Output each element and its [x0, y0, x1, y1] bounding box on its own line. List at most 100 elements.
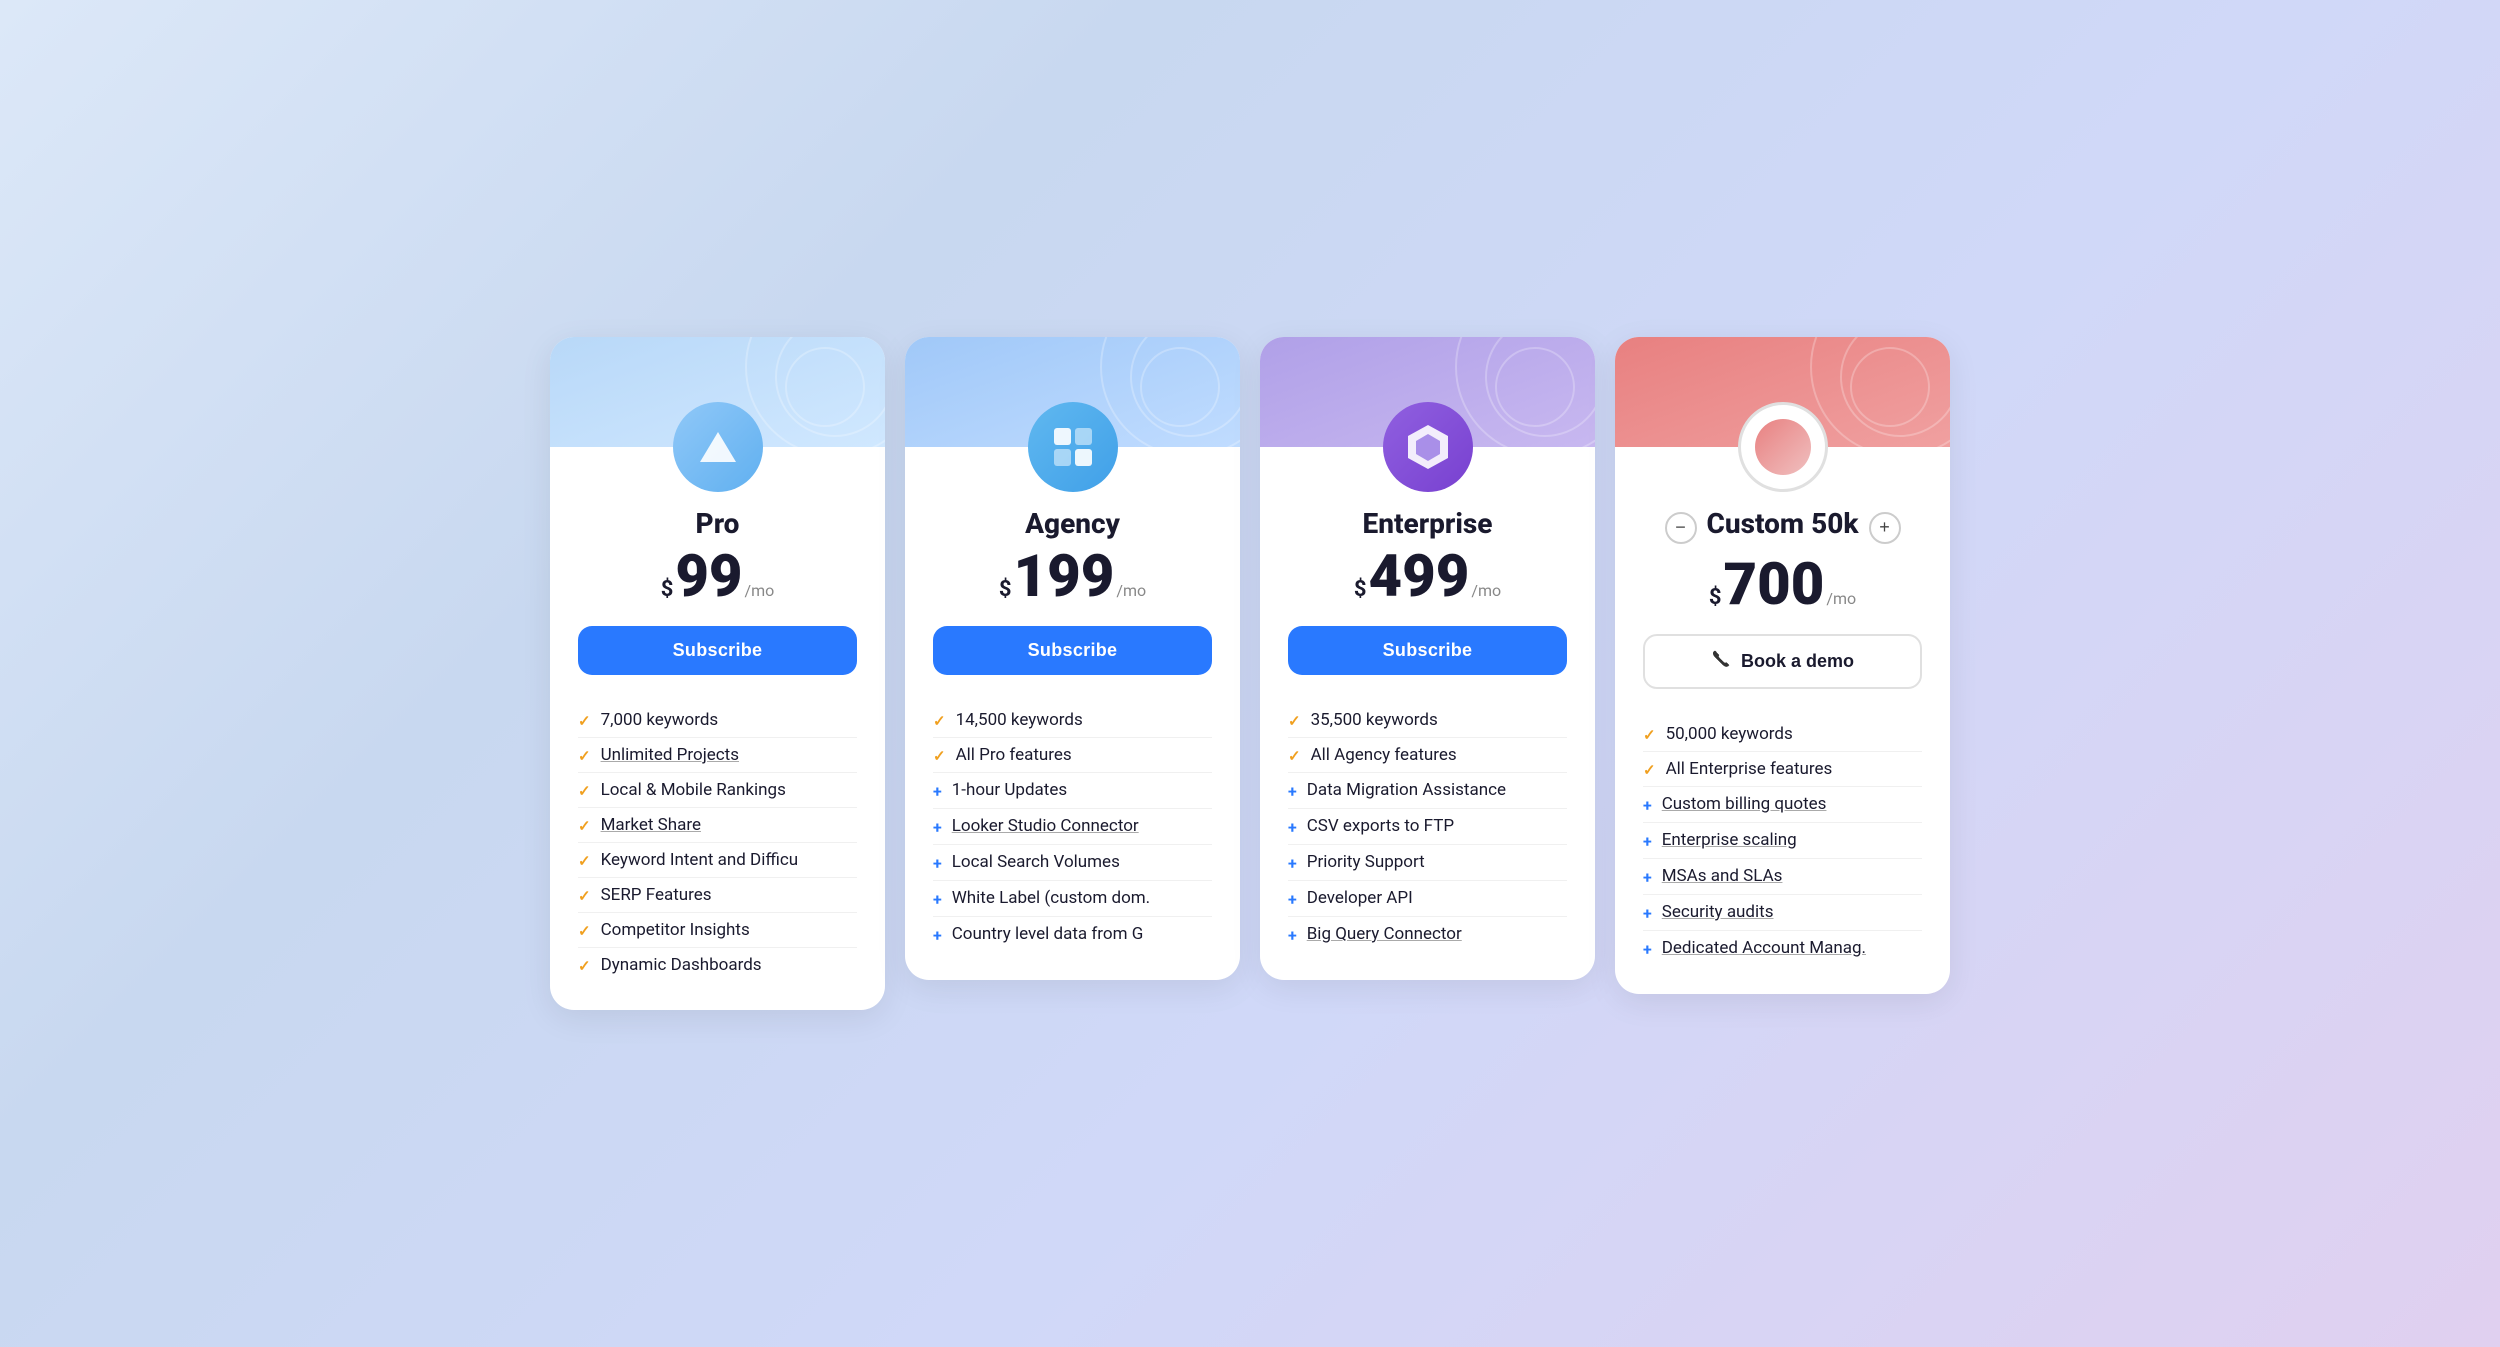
- feature-list: ✓ 35,500 keywords ✓ All Agency features …: [1288, 703, 1567, 952]
- feature-item: + Big Query Connector: [1288, 917, 1567, 952]
- plan-price: $ 700 /mo: [1643, 556, 1922, 614]
- check-icon: ✓: [578, 922, 591, 940]
- decrement-button[interactable]: −: [1665, 512, 1697, 544]
- check-icon: ✓: [578, 852, 591, 870]
- price-period: /mo: [1116, 581, 1146, 600]
- check-icon: ✓: [1643, 726, 1656, 744]
- feature-item: + Priority Support: [1288, 845, 1567, 881]
- feature-list: ✓ 50,000 keywords ✓ All Enterprise featu…: [1643, 717, 1922, 966]
- price-period: /mo: [745, 581, 775, 600]
- plus-icon: +: [933, 926, 942, 945]
- feature-item: ✓ Competitor Insights: [578, 913, 857, 948]
- check-icon: ✓: [1643, 761, 1656, 779]
- feature-item: ✓ Keyword Intent and Difficu: [578, 843, 857, 878]
- price-amount: 99: [675, 548, 742, 606]
- feature-text: Developer API: [1307, 888, 1567, 908]
- card-body: Agency $ 199 /mo Subscribe ✓ 14,500 keyw…: [905, 447, 1240, 980]
- plan-name: Agency: [933, 507, 1212, 540]
- check-icon: ✓: [1288, 747, 1301, 765]
- plus-icon: +: [1643, 940, 1652, 959]
- feature-item: + Enterprise scaling: [1643, 823, 1922, 859]
- card-body: Pro $ 99 /mo Subscribe ✓ 7,000 keywords …: [550, 447, 885, 1010]
- feature-item: ✓ Dynamic Dashboards: [578, 948, 857, 982]
- feature-item: ✓ Unlimited Projects: [578, 738, 857, 773]
- feature-text: Country level data from G: [952, 924, 1212, 944]
- plan-icon-enterprise: [1383, 402, 1473, 492]
- subscribe-button[interactable]: Subscribe: [933, 626, 1212, 675]
- feature-text: Competitor Insights: [601, 920, 857, 940]
- feature-item: + MSAs and SLAs: [1643, 859, 1922, 895]
- subscribe-button[interactable]: Subscribe: [1288, 626, 1567, 675]
- check-icon: ✓: [1288, 712, 1301, 730]
- plus-icon: +: [933, 890, 942, 909]
- card-body: Enterprise $ 499 /mo Subscribe ✓ 35,500 …: [1260, 447, 1595, 980]
- feature-item: ✓ All Enterprise features: [1643, 752, 1922, 787]
- feature-text: SERP Features: [601, 885, 857, 905]
- feature-item: ✓ 35,500 keywords: [1288, 703, 1567, 738]
- feature-text: Local & Mobile Rankings: [601, 780, 857, 800]
- feature-text: CSV exports to FTP: [1307, 816, 1567, 836]
- feature-text: Enterprise scaling: [1662, 830, 1922, 850]
- plan-price: $ 199 /mo: [933, 548, 1212, 606]
- plus-icon: +: [1643, 904, 1652, 923]
- price-dollar: $: [999, 577, 1012, 602]
- feature-text: 35,500 keywords: [1311, 710, 1567, 730]
- plus-icon: +: [933, 782, 942, 801]
- plus-icon: +: [1288, 854, 1297, 873]
- feature-text: Dynamic Dashboards: [601, 955, 857, 975]
- check-icon: ✓: [578, 712, 591, 730]
- pricing-card-enterprise: Enterprise $ 499 /mo Subscribe ✓ 35,500 …: [1260, 337, 1595, 980]
- feature-item: + Security audits: [1643, 895, 1922, 931]
- feature-item: + Custom billing quotes: [1643, 787, 1922, 823]
- check-icon: ✓: [933, 747, 946, 765]
- card-header: [550, 337, 885, 447]
- check-icon: ✓: [578, 887, 591, 905]
- feature-text: Data Migration Assistance: [1307, 780, 1567, 800]
- feature-item: ✓ Local & Mobile Rankings: [578, 773, 857, 808]
- plus-icon: +: [1643, 796, 1652, 815]
- check-icon: ✓: [578, 817, 591, 835]
- plus-icon: +: [933, 818, 942, 837]
- plan-icon-custom: [1738, 402, 1828, 492]
- plus-icon: +: [933, 854, 942, 873]
- feature-text: All Enterprise features: [1666, 759, 1922, 779]
- feature-text: Priority Support: [1307, 852, 1567, 872]
- feature-item: ✓ 14,500 keywords: [933, 703, 1212, 738]
- feature-item: + Local Search Volumes: [933, 845, 1212, 881]
- feature-text: MSAs and SLAs: [1662, 866, 1922, 886]
- plan-icon-agency: [1028, 402, 1118, 492]
- demo-button[interactable]: Book a demo: [1643, 634, 1922, 689]
- price-period: /mo: [1471, 581, 1501, 600]
- feature-text: White Label (custom dom.: [952, 888, 1212, 908]
- plan-name: Pro: [578, 507, 857, 540]
- card-header: [905, 337, 1240, 447]
- feature-list: ✓ 14,500 keywords ✓ All Pro features + 1…: [933, 703, 1212, 952]
- plan-name: Custom 50k: [1707, 507, 1859, 540]
- plus-icon: +: [1288, 818, 1297, 837]
- price-amount: 199: [1014, 548, 1115, 606]
- feature-item: + Dedicated Account Manag.: [1643, 931, 1922, 966]
- feature-item: + Looker Studio Connector: [933, 809, 1212, 845]
- pricing-card-custom: − Custom 50k + $ 700 /mo Book a demo ✓ 5…: [1615, 337, 1950, 994]
- feature-text: Keyword Intent and Difficu: [601, 850, 857, 870]
- increment-button[interactable]: +: [1869, 512, 1901, 544]
- plus-icon: +: [1288, 782, 1297, 801]
- card-body: − Custom 50k + $ 700 /mo Book a demo ✓ 5…: [1615, 447, 1950, 994]
- feature-text: 50,000 keywords: [1666, 724, 1922, 744]
- feature-item: ✓ 50,000 keywords: [1643, 717, 1922, 752]
- feature-item: + CSV exports to FTP: [1288, 809, 1567, 845]
- feature-item: ✓ SERP Features: [578, 878, 857, 913]
- card-header: [1260, 337, 1595, 447]
- feature-item: ✓ Market Share: [578, 808, 857, 843]
- feature-list: ✓ 7,000 keywords ✓ Unlimited Projects ✓ …: [578, 703, 857, 982]
- plus-icon: +: [1288, 926, 1297, 945]
- feature-item: + Data Migration Assistance: [1288, 773, 1567, 809]
- check-icon: ✓: [578, 782, 591, 800]
- feature-text: Big Query Connector: [1307, 924, 1567, 944]
- custom-plan-header: − Custom 50k +: [1643, 507, 1922, 548]
- feature-text: Looker Studio Connector: [952, 816, 1212, 836]
- feature-text: All Pro features: [956, 745, 1212, 765]
- subscribe-button[interactable]: Subscribe: [578, 626, 857, 675]
- price-period: /mo: [1826, 589, 1856, 608]
- card-header: [1615, 337, 1950, 447]
